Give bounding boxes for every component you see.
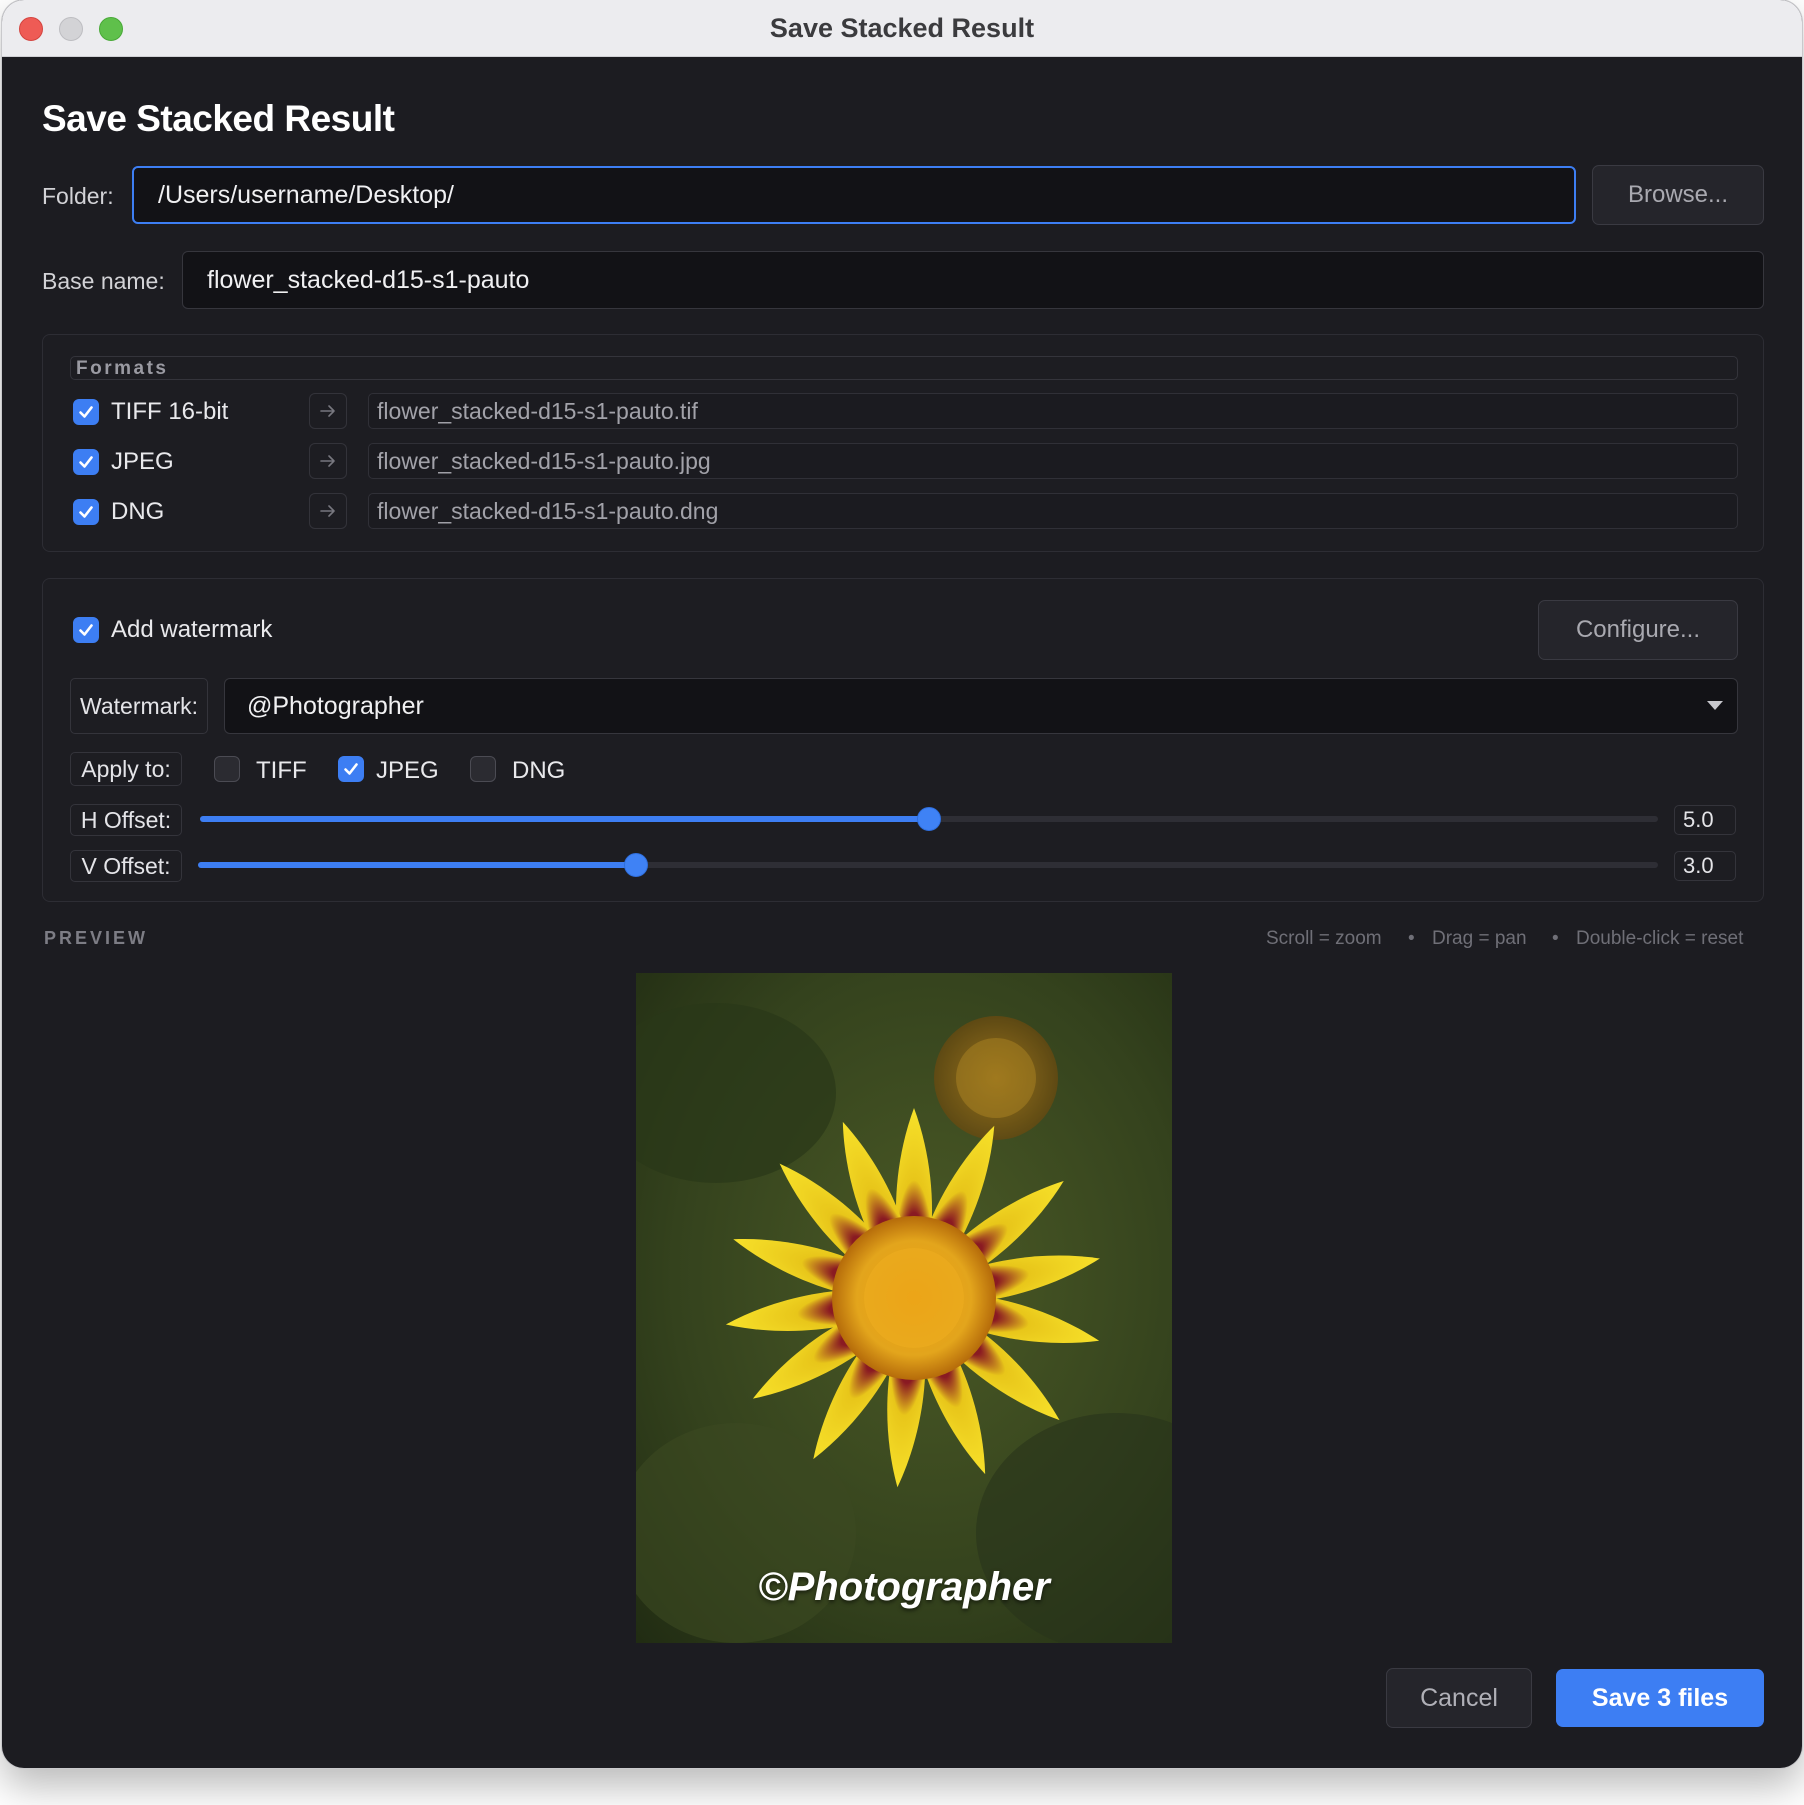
flower-photo — [636, 973, 1172, 1643]
browse-button[interactable]: Browse... — [1592, 165, 1764, 225]
checkmark-icon — [344, 763, 358, 775]
folder-input[interactable]: /Users/username/Desktop/ — [132, 166, 1576, 224]
watermark-group — [42, 578, 1764, 902]
apply-jpeg-label: JPEG — [376, 757, 439, 784]
h-offset-value: 5.0 — [1674, 805, 1736, 835]
checkmark-icon — [79, 456, 93, 468]
watermark-select[interactable]: @Photographer — [224, 678, 1738, 734]
formats-legend-frame — [70, 356, 1738, 380]
base-name-label: Base name: — [42, 268, 165, 294]
folder-label: Folder: — [42, 183, 114, 209]
configure-button[interactable]: Configure... — [1538, 600, 1738, 660]
watermark-select-label: Watermark: — [70, 678, 208, 734]
jpeg-checkbox[interactable] — [73, 449, 99, 475]
apply-tiff-label: TIFF — [256, 757, 307, 784]
apply-to-label: Apply to: — [70, 752, 182, 786]
jpeg-filename-field: flower_stacked-d15-s1-pauto.jpg — [368, 443, 1738, 479]
add-watermark-label: Add watermark — [111, 616, 273, 643]
add-watermark-checkbox[interactable] — [73, 617, 99, 643]
tiff-format-label: TIFF 16-bit — [111, 398, 229, 425]
dng-format-label: DNG — [111, 498, 165, 525]
preview-label: PREVIEW — [44, 928, 149, 948]
preview-watermark-text: ©Photographer — [758, 1565, 1050, 1609]
save-dialog-window: Save Stacked Result Save Stacked Result … — [2, 0, 1802, 1768]
jpeg-format-label: JPEG — [111, 448, 174, 475]
tiff-filename-field: flower_stacked-d15-s1-pauto.tif — [368, 393, 1738, 429]
v-offset-slider-fill — [198, 862, 636, 868]
hint-separator: • — [1408, 928, 1415, 949]
v-offset-slider-handle[interactable] — [624, 853, 648, 877]
apply-jpeg-checkbox[interactable] — [338, 756, 364, 782]
dng-filename-field: flower_stacked-d15-s1-pauto.dng — [368, 493, 1738, 529]
jpeg-arrow-icon — [309, 443, 347, 479]
title-bar: Save Stacked Result — [2, 0, 1802, 57]
v-offset-label: V Offset: — [70, 850, 182, 882]
tiff-checkbox[interactable] — [73, 399, 99, 425]
apply-dng-checkbox[interactable] — [470, 756, 496, 782]
cancel-button[interactable]: Cancel — [1386, 1668, 1532, 1728]
checkmark-icon — [79, 506, 93, 518]
h-offset-label: H Offset: — [70, 804, 182, 836]
dng-arrow-icon — [309, 493, 347, 529]
watermark-selected-value: @Photographer — [247, 691, 424, 720]
dng-checkbox[interactable] — [73, 499, 99, 525]
h-offset-slider-handle[interactable] — [917, 807, 941, 831]
h-offset-slider-fill — [200, 816, 929, 822]
checkmark-icon — [79, 624, 93, 636]
dialog-heading: Save Stacked Result — [42, 98, 395, 139]
hint-zoom: Scroll = zoom — [1266, 928, 1382, 949]
apply-dng-label: DNG — [512, 757, 566, 784]
apply-tiff-checkbox[interactable] — [214, 756, 240, 782]
hint-pan: Drag = pan — [1432, 928, 1527, 949]
formats-legend: Formats — [76, 358, 169, 379]
base-name-input[interactable]: flower_stacked-d15-s1-pauto — [182, 251, 1764, 309]
window-title: Save Stacked Result — [769, 13, 1035, 43]
save-button[interactable]: Save 3 files — [1556, 1669, 1764, 1727]
hint-separator: • — [1552, 928, 1559, 949]
tiff-arrow-icon — [309, 393, 347, 429]
preview-image[interactable]: ©Photographer — [636, 973, 1172, 1643]
chevron-down-icon — [1707, 701, 1723, 710]
hint-reset: Double-click = reset — [1576, 928, 1744, 949]
checkmark-icon — [79, 406, 93, 418]
v-offset-value: 3.0 — [1674, 851, 1736, 881]
